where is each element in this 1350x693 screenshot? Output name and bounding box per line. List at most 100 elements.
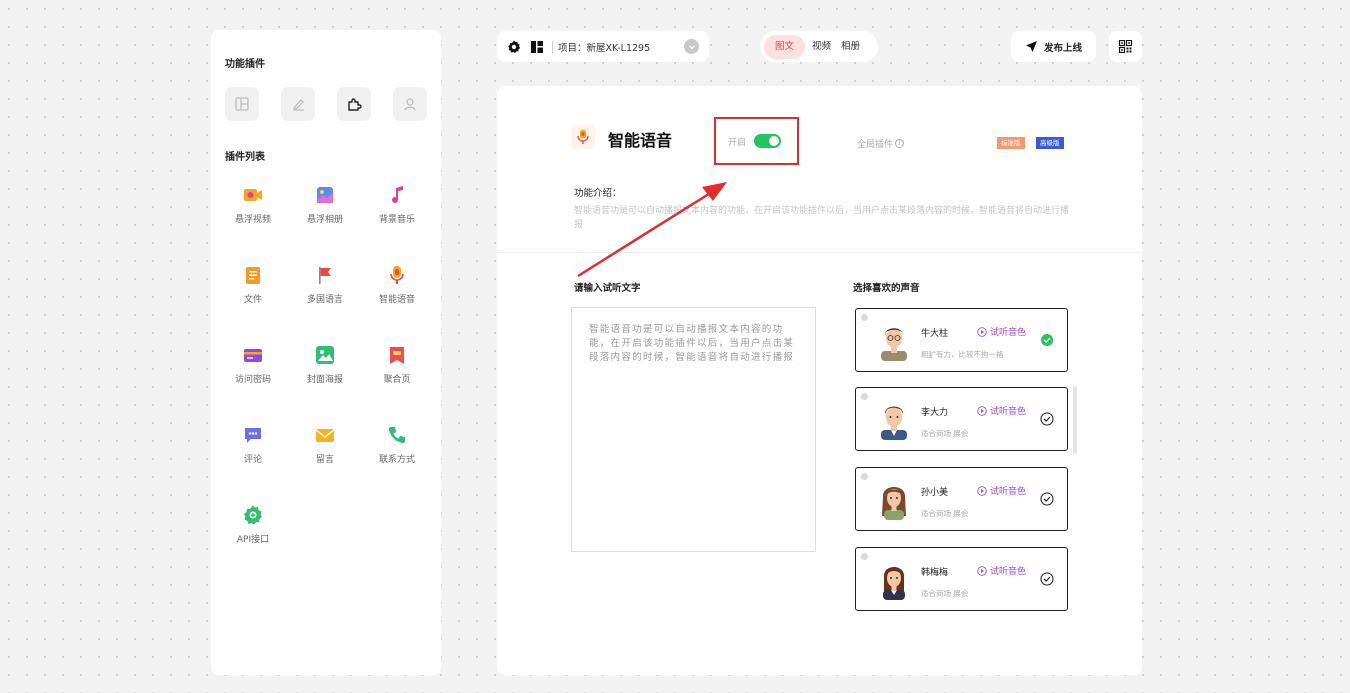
divider	[552, 40, 553, 53]
bookmark-icon	[390, 347, 404, 364]
intro-text: 智能语音功是可以自动播报文本内容的功能，在开启该功能插件以后，当用户点击某段落内…	[574, 206, 1070, 230]
plugin-background-music[interactable]: 背景音乐	[361, 180, 433, 260]
voice-indicator-dot	[861, 473, 868, 480]
tab-video[interactable]: 视频	[807, 35, 836, 59]
tab-user[interactable]	[393, 87, 427, 121]
info-icon[interactable]: i	[895, 139, 905, 148]
preview-voice-button[interactable]: 试听音色	[977, 404, 1026, 417]
global-plugin-label: 全局插件 i	[857, 137, 905, 150]
microphone-icon	[577, 129, 589, 144]
phone-icon	[388, 427, 405, 444]
plugin-api[interactable]: API接口	[217, 500, 289, 580]
toggle-highlight-box: 开启	[714, 117, 799, 165]
check-icon	[1040, 492, 1054, 506]
plugin-message[interactable]: 留言	[289, 420, 361, 500]
project-name: 项目：新屋XK-L1295	[558, 42, 651, 54]
voice-description: 适合商场 展会	[921, 429, 969, 438]
plugin-aggregate-page[interactable]: 聚合页	[361, 340, 433, 420]
function-plugins-title: 功能插件	[225, 59, 265, 70]
preview-text-input[interactable]: 智能语音功是可以自动播报文本内容的功能，在开启该功能插件以后，当用户点击某段落内…	[571, 307, 816, 552]
envelope-icon	[315, 429, 335, 442]
gear-icon[interactable]	[507, 40, 521, 54]
plugin-smart-voice[interactable]: 智能语音	[361, 260, 433, 340]
voice-select-label: 选择喜欢的声音	[853, 283, 920, 294]
comment-icon	[245, 428, 261, 443]
tab-edit[interactable]	[281, 87, 315, 121]
video-icon	[244, 189, 262, 201]
voice-list-scrollbar[interactable]	[1073, 386, 1077, 454]
plugin-list-title: 插件列表	[225, 152, 265, 163]
voice-indicator-dot	[861, 393, 868, 400]
user-icon	[404, 98, 416, 111]
file-icon	[246, 267, 260, 284]
plugin-floating-album[interactable]: 悬浮相册	[289, 180, 361, 260]
voice-option-li-dali[interactable]: 李大力 试听音色 适合商场 展会	[855, 387, 1068, 451]
plugin-panel: 功能插件 插件列表 悬浮视频 悬浮相册 背景音乐 文件 多国语言 智能语音 访问…	[211, 30, 441, 675]
plugin-cover-poster[interactable]: 封面海报	[289, 340, 361, 420]
voice-option-han-meimei[interactable]: 韩梅梅 试听音色 适合商场 展会	[855, 547, 1068, 611]
intro-label: 功能介绍：	[574, 188, 622, 199]
voice-name: 韩梅梅	[921, 568, 949, 578]
enable-toggle[interactable]	[754, 134, 782, 148]
advanced-edition-badge: 高级版	[1036, 137, 1064, 149]
voice-name: 李大力	[921, 408, 949, 418]
flag-icon	[319, 267, 331, 284]
puzzle-icon	[347, 97, 362, 111]
play-circle-icon	[977, 326, 987, 337]
plugin-access-password[interactable]: 访问密码	[217, 340, 289, 420]
tab-image-text[interactable]: 图文	[764, 34, 806, 59]
plugin-multilanguage[interactable]: 多国语言	[289, 260, 361, 340]
voice-indicator-dot	[861, 553, 868, 560]
preview-text-label: 请输入试听文字	[574, 283, 641, 294]
qr-code-icon	[1119, 40, 1132, 53]
play-circle-icon	[977, 405, 987, 416]
avatar	[883, 567, 905, 600]
plugin-list: 悬浮视频 悬浮相册 背景音乐 文件 多国语言 智能语音 访问密码 封面海报 聚合…	[217, 180, 433, 580]
plugin-contact[interactable]: 联系方式	[361, 420, 433, 500]
tab-plugins[interactable]	[337, 87, 371, 121]
tab-layout[interactable]	[225, 87, 259, 121]
photo-album-icon	[317, 187, 333, 203]
project-dropdown-button[interactable]	[684, 39, 699, 54]
voice-indicator-dot	[861, 314, 868, 321]
avatar	[882, 487, 906, 520]
plugin-floating-video[interactable]: 悬浮视频	[217, 180, 289, 260]
check-icon	[1040, 572, 1054, 586]
card-icon	[244, 349, 262, 362]
check-selected-icon	[1041, 334, 1053, 346]
content-mode-tabs: 图文 视频 相册	[760, 31, 878, 62]
plugin-category-tabs	[225, 87, 427, 121]
divider	[497, 252, 1142, 253]
plugin-comment[interactable]: 评论	[217, 420, 289, 500]
layout-icon	[235, 97, 249, 111]
voice-option-sun-xiaomei[interactable]: 孙小美 试听音色 适合商场 展会	[855, 467, 1068, 531]
preview-voice-button[interactable]: 试听音色	[977, 325, 1026, 338]
tab-album[interactable]: 相册	[836, 35, 865, 59]
check-icon	[1040, 412, 1054, 426]
voice-description: 粗犷有力，比较不拘一格	[921, 350, 1004, 359]
preview-voice-button[interactable]: 试听音色	[977, 564, 1026, 577]
microphone-icon	[390, 266, 404, 284]
layout-grid-icon[interactable]	[530, 40, 544, 54]
voice-option-niu-dazhu[interactable]: 牛大柱 试听音色 粗犷有力，比较不拘一格	[855, 308, 1068, 372]
avatar	[881, 406, 907, 440]
image-icon	[316, 346, 334, 364]
qr-code-button[interactable]	[1109, 31, 1142, 62]
feature-title: 智能语音	[608, 131, 673, 150]
music-note-icon	[392, 186, 403, 204]
chevron-down-icon	[688, 45, 695, 49]
preview-voice-button[interactable]: 试听音色	[977, 484, 1026, 497]
publish-button[interactable]: 发布上线	[1011, 31, 1096, 62]
voice-name: 孙小美	[921, 488, 949, 498]
send-icon	[1025, 41, 1037, 52]
api-gear-icon	[244, 505, 262, 525]
project-selector[interactable]: 项目：新屋XK-L1295	[497, 31, 709, 62]
plugin-file[interactable]: 文件	[217, 260, 289, 340]
play-circle-icon	[977, 565, 987, 576]
voice-description: 适合商场 展会	[921, 589, 969, 598]
edit-icon	[293, 99, 304, 111]
voice-description: 适合商场 展会	[921, 509, 969, 518]
avatar	[881, 328, 907, 361]
plugin-settings-card: 智能语音 开启 全局插件 i 标准版 高级版 功能介绍： 智能语音功是可以自动播…	[497, 86, 1142, 675]
feature-icon	[571, 125, 595, 149]
